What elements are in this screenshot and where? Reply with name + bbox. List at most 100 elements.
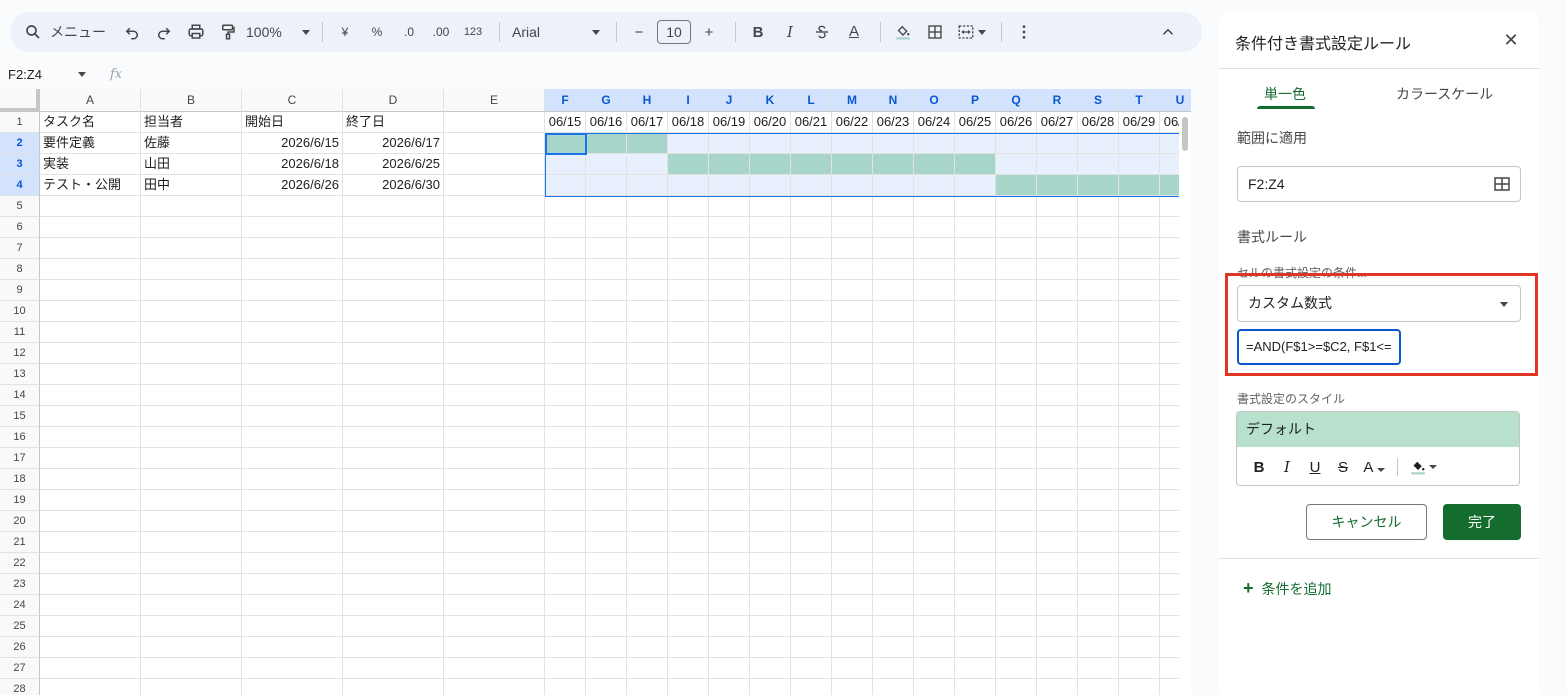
grid-cell[interactable] xyxy=(586,574,627,595)
grid-cell[interactable] xyxy=(709,532,750,553)
grid-cell[interactable] xyxy=(444,490,545,511)
grid-cell[interactable] xyxy=(750,637,791,658)
header-cell-b[interactable]: 担当者 xyxy=(141,112,242,133)
grid-cell[interactable] xyxy=(141,427,242,448)
grid-cell[interactable] xyxy=(1037,553,1078,574)
grid-cell[interactable] xyxy=(141,490,242,511)
grid-cell[interactable] xyxy=(242,238,343,259)
grid-cell[interactable] xyxy=(791,343,832,364)
grid-cell[interactable] xyxy=(832,364,873,385)
grid-cell[interactable] xyxy=(709,469,750,490)
grid-cell[interactable] xyxy=(40,280,141,301)
grid-cell[interactable] xyxy=(545,574,586,595)
grid-cell[interactable] xyxy=(141,574,242,595)
grid-cell[interactable] xyxy=(40,427,141,448)
grid-cell[interactable] xyxy=(791,175,832,196)
grid-cell[interactable] xyxy=(791,574,832,595)
grid-cell[interactable] xyxy=(586,280,627,301)
grid-cell[interactable] xyxy=(709,154,750,175)
grid-cell[interactable] xyxy=(242,490,343,511)
grid-cell[interactable] xyxy=(343,574,444,595)
task-end-cell[interactable]: 2026/6/17 xyxy=(343,133,444,154)
grid-cell[interactable] xyxy=(444,616,545,637)
grid-cell[interactable] xyxy=(343,343,444,364)
grid-cell[interactable] xyxy=(586,259,627,280)
grid-cell[interactable] xyxy=(141,532,242,553)
grid-cell[interactable] xyxy=(627,658,668,679)
grid-cell[interactable] xyxy=(242,385,343,406)
grid-cell[interactable] xyxy=(545,259,586,280)
grid-cell[interactable] xyxy=(1078,427,1119,448)
grid-cell[interactable] xyxy=(586,343,627,364)
grid-cell[interactable] xyxy=(444,196,545,217)
grid-cell[interactable] xyxy=(791,511,832,532)
row-header-11[interactable]: 11 xyxy=(0,322,40,343)
grid-cell[interactable] xyxy=(996,280,1037,301)
grid-cell[interactable] xyxy=(545,343,586,364)
grid-cell[interactable] xyxy=(1119,658,1160,679)
grid-cell[interactable] xyxy=(343,280,444,301)
grid-cell[interactable] xyxy=(1078,637,1119,658)
grid-cell[interactable] xyxy=(955,259,996,280)
grid-cell[interactable] xyxy=(873,490,914,511)
grid-cell[interactable] xyxy=(914,553,955,574)
number-format-button[interactable]: 123 xyxy=(459,18,487,46)
grid-cell[interactable] xyxy=(1119,553,1160,574)
grid-cell[interactable] xyxy=(914,175,955,196)
grid-cell[interactable] xyxy=(873,595,914,616)
grid-cell[interactable] xyxy=(873,322,914,343)
grid-cell[interactable] xyxy=(996,679,1037,695)
grid-cell[interactable] xyxy=(545,616,586,637)
grid-cell[interactable] xyxy=(1119,343,1160,364)
row-header-22[interactable]: 22 xyxy=(0,553,40,574)
grid-cell[interactable] xyxy=(709,448,750,469)
grid-cell[interactable] xyxy=(545,322,586,343)
column-header-a[interactable]: A xyxy=(40,89,141,112)
grid-cell[interactable] xyxy=(444,322,545,343)
grid-cell[interactable] xyxy=(343,511,444,532)
grid-cell[interactable] xyxy=(1037,448,1078,469)
grid-cell[interactable] xyxy=(996,616,1037,637)
date-header-cell[interactable]: 06/23 xyxy=(873,112,914,133)
date-header-cell[interactable]: 06/22 xyxy=(832,112,873,133)
grid-cell[interactable] xyxy=(40,616,141,637)
grid-cell[interactable] xyxy=(996,595,1037,616)
grid-cell[interactable] xyxy=(996,490,1037,511)
grid-cell[interactable] xyxy=(627,595,668,616)
row-header-16[interactable]: 16 xyxy=(0,427,40,448)
grid-cell[interactable] xyxy=(914,259,955,280)
grid-cell[interactable] xyxy=(750,259,791,280)
grid-cell[interactable] xyxy=(627,301,668,322)
grid-cell[interactable] xyxy=(791,364,832,385)
grid-cell[interactable] xyxy=(750,343,791,364)
row-header-4[interactable]: 4 xyxy=(0,175,40,196)
grid-cell[interactable] xyxy=(1037,595,1078,616)
grid-cell[interactable] xyxy=(1119,574,1160,595)
row-header-26[interactable]: 26 xyxy=(0,637,40,658)
grid-cell[interactable] xyxy=(1037,637,1078,658)
grid-cell[interactable] xyxy=(709,553,750,574)
grid-cell[interactable] xyxy=(40,490,141,511)
column-header-f[interactable]: F xyxy=(545,89,586,112)
grid-cell[interactable] xyxy=(955,616,996,637)
row-header-13[interactable]: 13 xyxy=(0,364,40,385)
grid-cell[interactable] xyxy=(914,238,955,259)
date-header-cell[interactable]: 06/17 xyxy=(627,112,668,133)
grid-cell[interactable] xyxy=(709,301,750,322)
style-text-color-button[interactable]: A xyxy=(1357,459,1391,476)
grid-cell[interactable] xyxy=(1078,238,1119,259)
grid-cell[interactable] xyxy=(242,301,343,322)
grid-cell[interactable] xyxy=(996,511,1037,532)
grid-cell[interactable] xyxy=(343,427,444,448)
grid-cell[interactable] xyxy=(1037,385,1078,406)
date-header-cell[interactable]: 06/18 xyxy=(668,112,709,133)
grid-cell[interactable] xyxy=(873,196,914,217)
grid-cell[interactable] xyxy=(955,343,996,364)
merge-cells-icon[interactable] xyxy=(953,18,989,46)
header-cell-d[interactable]: 終了日 xyxy=(343,112,444,133)
grid-cell[interactable] xyxy=(586,595,627,616)
grid-cell[interactable] xyxy=(627,511,668,532)
grid-cell[interactable] xyxy=(873,364,914,385)
grid-cell[interactable] xyxy=(873,637,914,658)
grid-cell[interactable] xyxy=(343,637,444,658)
